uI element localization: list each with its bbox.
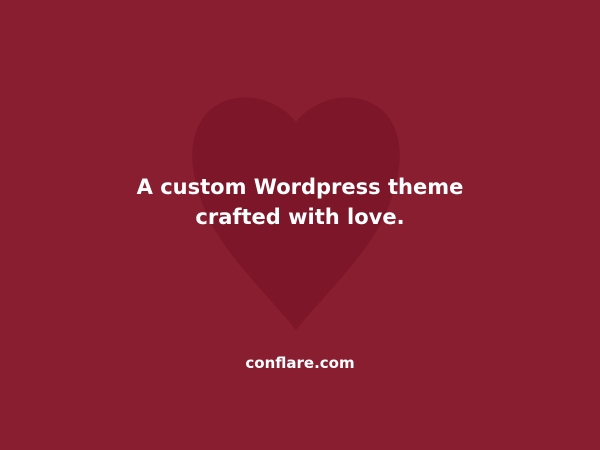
tagline: A custom Wordpress theme crafted with lo…: [0, 172, 600, 232]
promo-banner: A custom Wordpress theme crafted with lo…: [0, 0, 600, 450]
tagline-line-1: A custom Wordpress theme: [136, 175, 464, 199]
site-link[interactable]: conflare.com: [0, 352, 600, 374]
tagline-line-2: crafted with love.: [195, 205, 405, 229]
